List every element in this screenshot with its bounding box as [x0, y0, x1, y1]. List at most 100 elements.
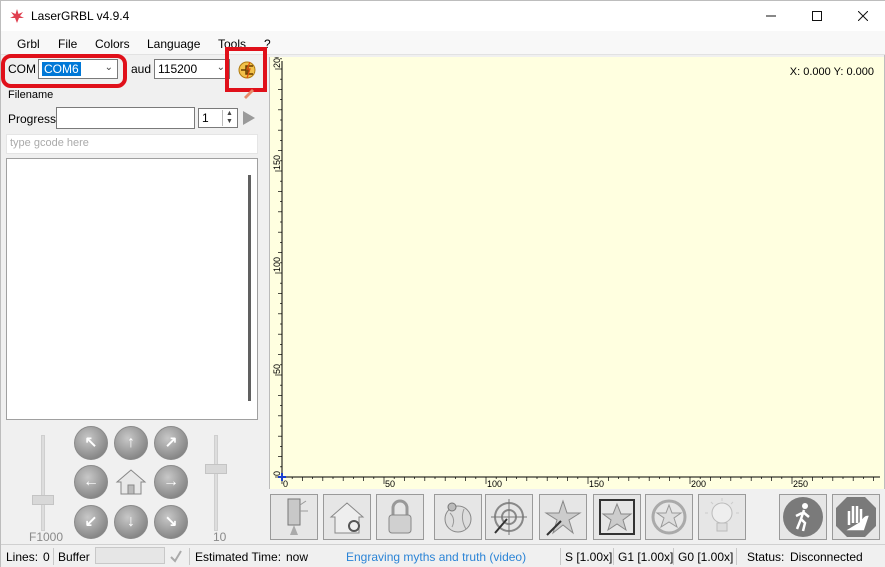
frame-button[interactable]: [593, 494, 641, 540]
baud-rate-select[interactable]: 115200 ⌄: [154, 59, 230, 79]
engraving-myths-link[interactable]: Engraving myths and truth (video): [346, 550, 526, 564]
y-tick-label: 0: [272, 471, 282, 476]
set-origin-button[interactable]: [434, 494, 482, 540]
y-tick-label: 150: [272, 155, 282, 170]
bottom-toolbar: [265, 489, 885, 545]
highlight-connect-annotation: [225, 47, 267, 92]
copies-stepper[interactable]: 1 ▲ ▼: [198, 108, 238, 128]
circle-star-icon: [651, 499, 687, 535]
homing-button[interactable]: [323, 494, 371, 540]
resume-button[interactable]: [779, 494, 827, 540]
step-label: 10: [213, 530, 227, 544]
arrow-down-right-icon: ↘: [164, 514, 178, 531]
status-bar: Lines: 0 Buffer Estimated Time: now Engr…: [1, 544, 885, 567]
jog-up-left-button[interactable]: ↖: [74, 426, 108, 460]
highlight-com-annotation: [1, 54, 127, 88]
padlock-icon: [388, 499, 412, 534]
close-button[interactable]: [840, 1, 885, 31]
unlock-button[interactable]: [376, 494, 424, 540]
focus-button[interactable]: [645, 494, 693, 540]
maximize-icon: [812, 11, 822, 21]
console-log[interactable]: [6, 158, 258, 420]
x-tick-label: 200: [691, 479, 706, 489]
jog-down-left-button[interactable]: ↙: [74, 505, 108, 539]
spin-arrows-icon[interactable]: ▲ ▼: [222, 110, 236, 126]
status-divider: [560, 548, 561, 565]
lightbulb-icon: [705, 498, 739, 532]
frame-star-icon: [599, 499, 635, 535]
jog-down-right-button[interactable]: ↘: [154, 505, 188, 539]
jog-up-button[interactable]: ↑: [114, 426, 148, 460]
menu-bar: Grbl File Colors Language Tools ?: [1, 31, 885, 55]
progress-label: Progress: [8, 112, 57, 126]
jog-left-button[interactable]: ←: [74, 465, 108, 499]
buffer-check-icon: [170, 550, 182, 563]
x-tick-label: 100: [487, 479, 502, 489]
close-icon: [858, 11, 868, 21]
arrow-down-left-icon: ↙: [84, 514, 98, 531]
jog-up-right-button[interactable]: ↗: [154, 426, 188, 460]
jog-down-button[interactable]: ↓: [114, 505, 148, 539]
goto-star-button[interactable]: [539, 494, 587, 540]
laser-mode-icon: [287, 498, 308, 535]
laser-blink-button[interactable]: [698, 494, 746, 540]
x-tick-label: 150: [589, 479, 604, 489]
console-scrollbar[interactable]: [248, 175, 251, 401]
x-tick-label: 0: [283, 479, 288, 489]
speed-slider[interactable]: [41, 435, 45, 531]
estimated-time-value: now: [286, 550, 309, 564]
arrow-right-icon: →: [163, 473, 179, 490]
baud-rate-value: 115200: [158, 62, 198, 76]
globe-pin-icon: [444, 502, 472, 533]
buffer-label: Buffer: [58, 550, 90, 564]
menu-language[interactable]: Language: [147, 37, 200, 51]
stop-hand-icon: [836, 497, 876, 537]
g1-override[interactable]: G1 [1.00x]: [618, 550, 673, 564]
y-tick-label: 50: [272, 364, 282, 374]
step-slider[interactable]: [214, 435, 218, 531]
maximize-button[interactable]: [794, 1, 840, 31]
run-program-icon[interactable]: [243, 111, 255, 125]
s-override[interactable]: S [1.00x]: [565, 550, 612, 564]
arrow-up-left-icon: ↖: [84, 435, 98, 452]
title-bar: LaserGRBL v4.9.4: [1, 1, 885, 31]
step-slider-thumb[interactable]: [205, 464, 227, 474]
progress-bar: [56, 107, 195, 129]
arrow-left-icon: ←: [83, 473, 99, 490]
gcode-placeholder: type gcode here: [10, 137, 89, 149]
house-search-icon: [329, 502, 365, 534]
minimize-icon: [766, 15, 776, 17]
arrow-up-icon: ↑: [127, 434, 135, 451]
status-divider: [189, 548, 190, 565]
status-divider: [613, 548, 614, 565]
speed-slider-thumb[interactable]: [32, 495, 54, 505]
preview-canvas[interactable]: X: 0.000 Y: 0.000 0 50 100 150 200 250 0 50 100 1…: [269, 57, 884, 489]
buffer-bar: [95, 547, 165, 564]
pencil-icon[interactable]: [242, 87, 256, 99]
x-tick-label: 250: [793, 479, 808, 489]
status-value: Disconnected: [790, 550, 863, 564]
chevron-down-icon: ⌄: [216, 62, 225, 73]
status-divider: [53, 548, 54, 565]
laser-mode-button[interactable]: [270, 494, 318, 540]
jog-right-button[interactable]: →: [154, 465, 188, 499]
goto-center-button[interactable]: [485, 494, 533, 540]
status-label: Status:: [747, 550, 785, 564]
g0-override[interactable]: G0 [1.00x]: [678, 550, 733, 564]
app-window: LaserGRBL v4.9.4 Grbl File Colors Langua…: [0, 0, 885, 567]
filename-label: Filename: [8, 89, 54, 101]
arrow-up-right-icon: ↗: [164, 435, 178, 452]
menu-colors[interactable]: Colors: [95, 37, 130, 51]
laser-leaf-icon: [10, 9, 24, 23]
minimize-button[interactable]: [748, 1, 794, 31]
stop-button[interactable]: [832, 494, 880, 540]
gcode-input[interactable]: type gcode here: [6, 134, 258, 154]
home-button[interactable]: [114, 465, 148, 499]
status-divider: [736, 548, 737, 565]
status-divider: [673, 548, 674, 565]
lines-label: Lines:: [6, 550, 39, 564]
menu-file[interactable]: File: [58, 37, 77, 51]
menu-grbl[interactable]: Grbl: [17, 37, 40, 51]
estimated-time-label: Estimated Time:: [195, 550, 282, 564]
copies-value: 1: [202, 111, 209, 125]
